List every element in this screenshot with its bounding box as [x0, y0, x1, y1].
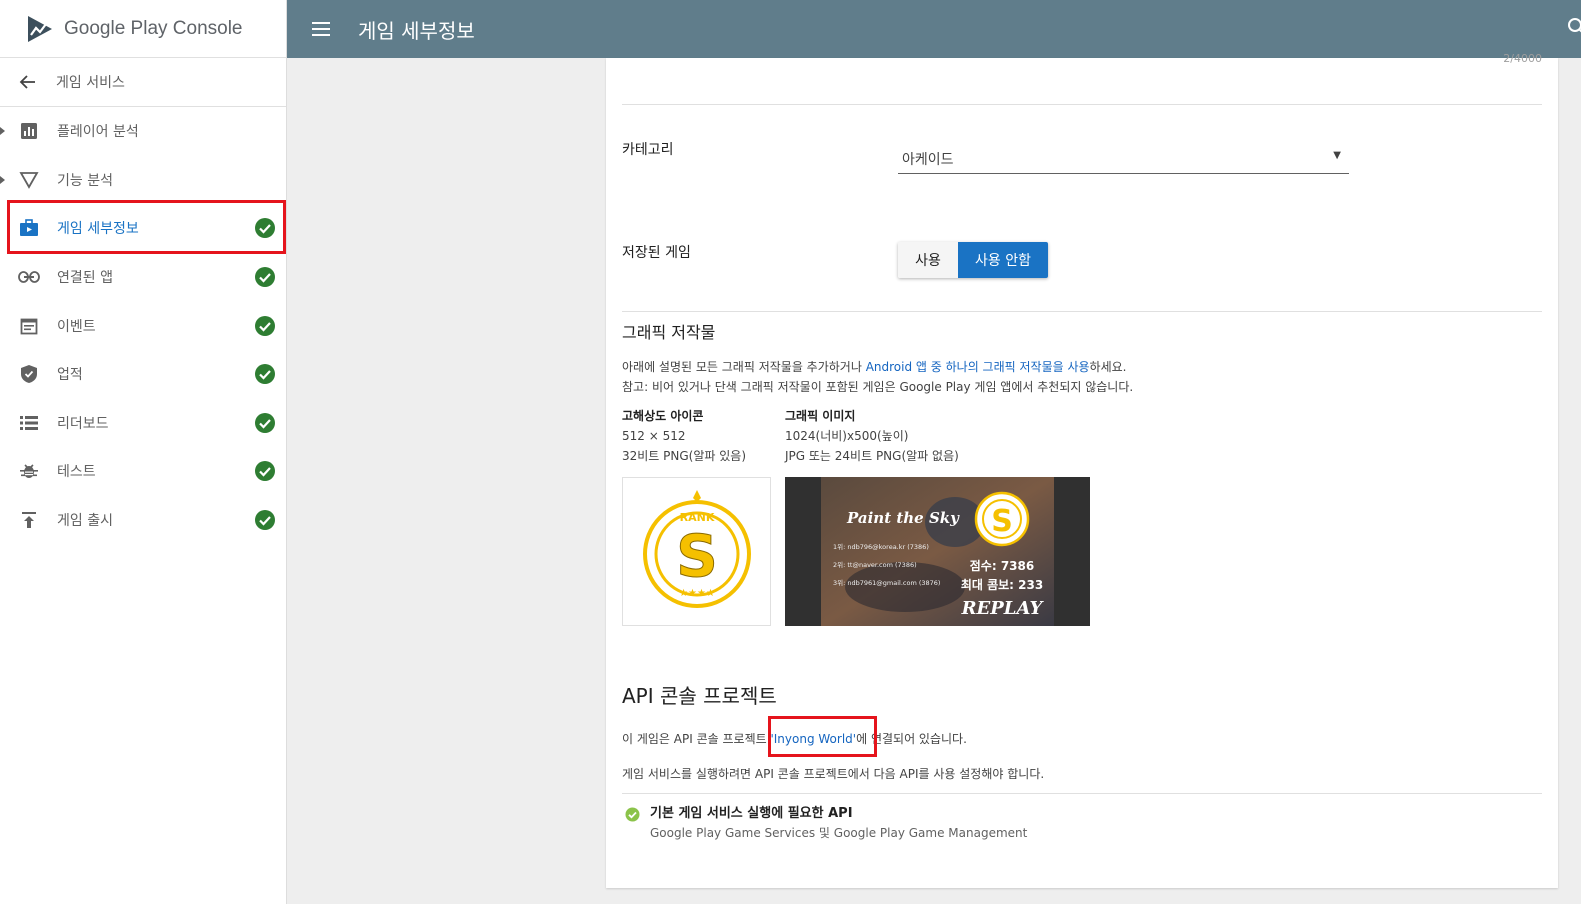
- category-select[interactable]: 아케이드 ▼: [898, 142, 1349, 174]
- back-to-game-services[interactable]: 게임 서비스: [0, 58, 286, 107]
- check-circle-icon: [255, 315, 275, 336]
- feature-spec-format: JPG 또는 24비트 PNG(알파 없음): [785, 449, 959, 463]
- link-icon: [18, 266, 40, 288]
- icon-spec-size: 512 × 512: [622, 429, 686, 443]
- combo-text: 최대 콤보: 233: [961, 577, 1043, 592]
- sidebar-item-leaderboards[interactable]: 리더보드: [0, 399, 286, 448]
- highlight-box-api-project: [768, 716, 877, 757]
- feature-graphic-art: Paint the Sky 1위: ndb796@korea.kr (7386)…: [785, 477, 1090, 626]
- sidebar-item-linked-apps[interactable]: 연결된 앱: [0, 253, 286, 302]
- requirement-subtitle: Google Play Game Services 및 Google Play …: [650, 826, 1028, 840]
- icon-spec-title: 고해상도 아이콘: [622, 409, 704, 423]
- sidebar-item-label: 연결된 앱: [57, 270, 113, 287]
- graphics-desc-suffix: 하세요.: [1089, 360, 1127, 374]
- rank-stars: ★★★★: [679, 588, 715, 599]
- search-icon[interactable]: [1567, 16, 1581, 38]
- feature-spec-title: 그래픽 이미지: [785, 409, 856, 423]
- sidebar-item-events[interactable]: 이벤트: [0, 301, 286, 350]
- game-details-card: 2/4000 카테고리 아케이드 ▼ 저장된 게임 사용 사용 안함 그래픽 저…: [606, 52, 1558, 888]
- sidebar-item-label: 이벤트: [57, 318, 96, 335]
- rank-line-3: 3위: ndb7961@gmail.com (3876): [833, 579, 940, 587]
- saved-games-label: 저장된 게임: [622, 245, 691, 261]
- feature-spec: 그래픽 이미지 1024(너비)x500(높이) JPG 또는 24비트 PNG…: [785, 406, 959, 466]
- feature-rank-letter: S: [991, 504, 1013, 539]
- sidebar-item-feature-analytics[interactable]: 기능 분석: [0, 156, 286, 205]
- graphics-note: 참고: 비어 있거나 단색 그래픽 저작물이 포함된 게임은 Google Pl…: [622, 380, 1134, 394]
- sidebar-item-label: 게임 출시: [57, 513, 113, 530]
- graphics-desc-prefix: 아래에 설명된 모든 그래픽 저작물을 추가하거나: [622, 360, 866, 374]
- feature-graphic-image[interactable]: Paint the Sky 1위: ndb796@korea.kr (7386)…: [785, 477, 1090, 626]
- check-circle-icon: [625, 807, 640, 822]
- expand-caret-icon[interactable]: [0, 127, 5, 136]
- logo-text: Google Play Console: [64, 17, 243, 39]
- replay-text: REPLAY: [961, 598, 1045, 619]
- check-circle-icon: [255, 510, 275, 531]
- event-icon: [18, 315, 40, 337]
- logo-bar[interactable]: Google Play Console: [0, 0, 286, 58]
- api-section-title: API 콘솔 프로젝트: [622, 684, 777, 708]
- sidebar-item-label: 기능 분석: [57, 172, 113, 189]
- saved-games-off-button[interactable]: 사용 안함: [958, 242, 1048, 278]
- sidebar-item-testing[interactable]: 테스트: [0, 447, 286, 496]
- icon-spec: 고해상도 아이콘 512 × 512 32비트 PNG(알파 있음): [622, 406, 746, 466]
- bug-icon: [18, 460, 40, 482]
- play-console-logo-icon: [28, 15, 52, 42]
- check-circle-icon: [255, 267, 275, 288]
- sidebar-item-label: 업적: [57, 367, 83, 384]
- divider: [622, 104, 1542, 105]
- sidebar: Google Play Console 게임 서비스 플레이어 분석 기능 분석…: [0, 0, 287, 904]
- divider: [622, 311, 1542, 312]
- rank-line-2: 2위: tt@naver.com (7386): [833, 561, 917, 569]
- category-value: 아케이드: [902, 152, 954, 168]
- arrow-back-icon: [19, 75, 35, 89]
- page-title: 게임 세부정보: [358, 18, 475, 43]
- check-circle-icon: [255, 364, 275, 385]
- use-app-graphics-link[interactable]: Android 앱 중 하나의 그래픽 저작물을 사용: [866, 360, 1090, 374]
- rank-badge-icon: RANK S ★★★★: [643, 490, 751, 608]
- publish-icon: [18, 509, 40, 531]
- rank-line-1: 1위: ndb796@korea.kr (7386): [833, 543, 929, 551]
- saved-games-toggle[interactable]: 사용 사용 안함: [898, 242, 1048, 278]
- sidebar-item-label: 테스트: [57, 464, 96, 481]
- character-counter: 2/4000: [1503, 52, 1542, 65]
- feature-spec-size: 1024(너비)x500(높이): [785, 429, 909, 443]
- back-label: 게임 서비스: [56, 75, 125, 91]
- hi-res-icon-image[interactable]: RANK S ★★★★: [622, 477, 771, 626]
- sidebar-item-label: 리더보드: [57, 415, 109, 432]
- bar-chart-icon: [18, 120, 40, 142]
- divider: [622, 793, 1542, 794]
- check-circle-icon: [255, 461, 275, 482]
- check-circle-icon: [255, 412, 275, 433]
- sidebar-item-achievements[interactable]: 업적: [0, 350, 286, 399]
- funnel-icon: [18, 169, 40, 191]
- score-text: 점수: 7386: [970, 558, 1034, 573]
- category-label: 카테고리: [622, 142, 674, 158]
- graphics-section-title: 그래픽 저작물: [622, 323, 716, 342]
- list-icon: [18, 412, 40, 434]
- top-app-bar: 게임 세부정보: [287, 0, 1581, 58]
- graphics-description: 아래에 설명된 모든 그래픽 저작물을 추가하거나 Android 앱 중 하나…: [622, 357, 1126, 377]
- expand-caret-icon[interactable]: [0, 175, 5, 184]
- api-instruction-text: 게임 서비스를 실행하려면 API 콘솔 프로젝트에서 다음 API를 사용 설…: [622, 767, 1045, 781]
- sidebar-item-publishing[interactable]: 게임 출시: [0, 496, 286, 545]
- api-line1-prefix: 이 게임은 API 콘솔 프로젝트: [622, 732, 771, 746]
- icon-spec-format: 32비트 PNG(알파 있음): [622, 449, 747, 463]
- dropdown-arrow-icon: ▼: [1333, 150, 1341, 161]
- sidebar-item-player-analytics[interactable]: 플레이어 분석: [0, 107, 286, 156]
- rank-letter: S: [676, 522, 718, 590]
- saved-games-on-button[interactable]: 사용: [898, 242, 958, 278]
- shield-icon: [18, 363, 40, 385]
- sidebar-item-label: 플레이어 분석: [57, 124, 139, 141]
- highlight-box-game-details: [7, 200, 286, 254]
- requirement-title: 기본 게임 서비스 실행에 필요한 API: [650, 806, 853, 821]
- menu-icon[interactable]: [312, 22, 330, 36]
- game-title-text: Paint the Sky: [846, 509, 960, 527]
